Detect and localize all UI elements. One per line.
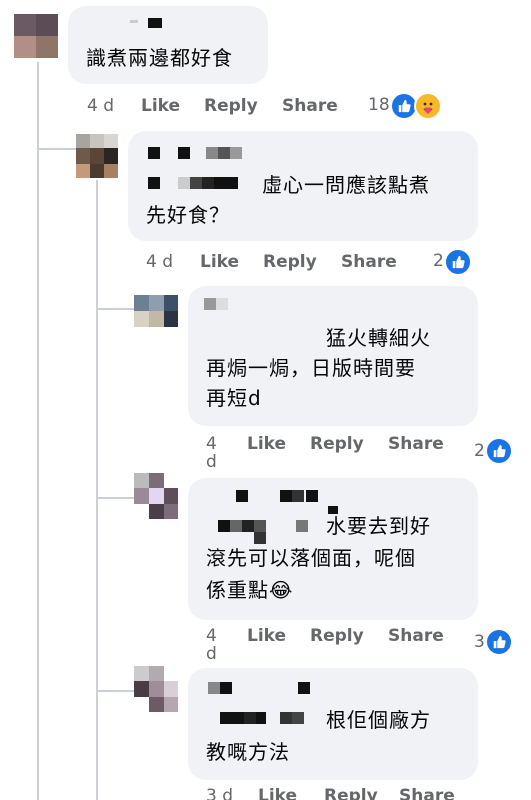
like-button[interactable]: Like	[258, 786, 297, 800]
timestamp[interactable]: 4 d	[146, 252, 173, 272]
reply-button[interactable]: Reply	[310, 434, 364, 454]
reply-button[interactable]: Reply	[263, 252, 317, 272]
reaction-count[interactable]: 2	[474, 441, 485, 461]
reaction-count[interactable]: 3	[474, 632, 485, 652]
comment-text-line: 滾先可以落個面，呢個	[206, 546, 416, 570]
comment-text-line: 先好食？	[146, 203, 230, 227]
share-button[interactable]: Share	[282, 96, 338, 116]
comment-bubble: 識煮兩邊都好食	[68, 6, 268, 84]
avatar[interactable]	[134, 666, 178, 712]
redacted-name	[148, 18, 162, 28]
thread-line-connector-3	[96, 497, 134, 499]
comment-text-line: 虛心一問應該點煮	[262, 173, 430, 197]
share-button[interactable]: Share	[399, 786, 455, 800]
like-button[interactable]: Like	[247, 434, 286, 454]
share-button[interactable]: Share	[341, 252, 397, 272]
comment-actions: 4 d Like Reply Share	[206, 434, 466, 474]
comment-bubble: 根佢個廠方 教嘅方法	[188, 668, 478, 780]
comment-actions: 3 d Like Reply Share	[206, 786, 466, 800]
like-button[interactable]: Like	[200, 252, 239, 272]
like-icon	[444, 248, 472, 276]
comment-text-line: 再焗一焗，日版時間要	[206, 356, 416, 380]
comment-text-line: 水要去到好	[326, 514, 431, 538]
share-button[interactable]: Share	[388, 434, 444, 454]
timestamp[interactable]: d	[206, 452, 217, 472]
timestamp[interactable]: 3 d	[206, 786, 233, 800]
comment-actions: 4 d Like Reply Share	[206, 626, 466, 666]
comment-text-line: 教嘅方法	[206, 740, 290, 764]
thread-line-connector-1	[37, 148, 77, 150]
avatar[interactable]	[134, 473, 178, 519]
avatar[interactable]	[134, 295, 178, 327]
thread-line-connector-2	[96, 308, 134, 310]
comment-bubble: 猛火轉細火 再焗一焗，日版時間要 再短d	[188, 286, 478, 426]
care-icon	[414, 92, 442, 120]
avatar[interactable]	[76, 134, 118, 178]
comment-text-line: 猛火轉細火	[326, 326, 431, 350]
like-button[interactable]: Like	[247, 626, 286, 646]
timestamp[interactable]: 4	[206, 626, 217, 646]
comment-bubble: 虛心一問應該點煮 先好食？	[128, 131, 478, 241]
comment-text: 識煮兩邊都好食	[86, 46, 233, 70]
timestamp[interactable]: 4	[206, 434, 217, 454]
timestamp[interactable]: 4 d	[87, 96, 114, 116]
reaction-count[interactable]: 18	[368, 95, 390, 115]
comment-bubble: 水要去到好 滾先可以落個面，呢個 係重點😂	[188, 478, 478, 620]
like-icon	[485, 628, 513, 656]
avatar[interactable]	[14, 14, 58, 58]
reply-button[interactable]: Reply	[204, 96, 258, 116]
like-icon	[485, 437, 513, 465]
thread-line-root	[37, 62, 39, 800]
like-button[interactable]: Like	[141, 96, 180, 116]
thread-line-connector-4	[96, 690, 134, 692]
reaction-count[interactable]: 2	[433, 251, 444, 271]
share-button[interactable]: Share	[388, 626, 444, 646]
comment-text-line: 根佢個廠方	[326, 708, 431, 732]
reply-button[interactable]: Reply	[310, 626, 364, 646]
comment-actions: 4 d Like Reply Share	[146, 252, 446, 276]
redacted-name	[130, 20, 138, 23]
thread-line-replies	[96, 180, 98, 800]
reply-button[interactable]: Reply	[324, 786, 378, 800]
timestamp[interactable]: d	[206, 644, 217, 664]
comment-text-line: 係重點😂	[206, 578, 294, 602]
comment-text-line: 再短d	[206, 386, 262, 410]
